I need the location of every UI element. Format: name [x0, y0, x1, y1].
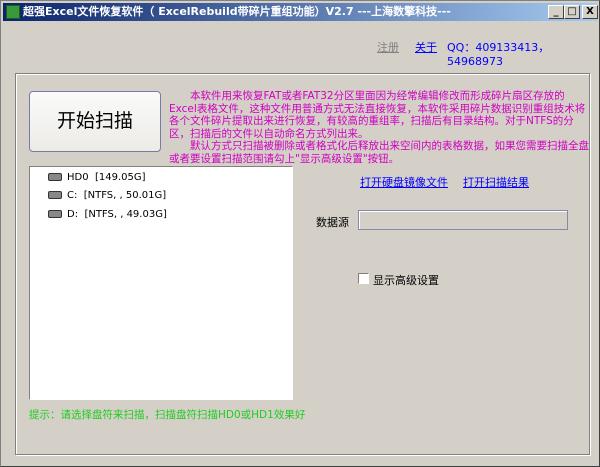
- tree-node-hd0[interactable]: HD0 [149.05G]: [48, 169, 146, 187]
- title-bar: 超强Excel文件恢复软件（ ExcelRebuild带碎片重组功能）V2.7 …: [3, 3, 597, 21]
- advanced-settings-checkbox[interactable]: [358, 273, 369, 284]
- hard-disk-icon: [48, 173, 62, 181]
- description-para-1: 本软件用来恢复FAT或者FAT32分区里面因为经常编辑修改而形成碎片扇区存放的E…: [169, 90, 586, 140]
- maximize-button[interactable]: □: [564, 5, 580, 19]
- close-button[interactable]: X: [582, 5, 598, 19]
- tree-node-d[interactable]: D: [NTFS, , 49.03G]: [48, 206, 167, 224]
- about-link[interactable]: 关于: [415, 39, 437, 55]
- datasource-label: 数据源: [316, 216, 349, 229]
- start-scan-button[interactable]: 开始扫描: [29, 91, 161, 152]
- node-name: D:: [67, 209, 79, 220]
- node-name: C:: [67, 190, 78, 201]
- main-window: 超强Excel文件恢复软件（ ExcelRebuild带碎片重组功能）V2.7 …: [0, 0, 600, 467]
- qq-contact: QQ：409133413，54968973: [447, 41, 550, 68]
- tree-node-c[interactable]: C: [NTFS, , 50.01G]: [48, 187, 166, 205]
- advanced-settings-label[interactable]: 显示高级设置: [373, 272, 439, 288]
- datasource-input[interactable]: [358, 210, 568, 230]
- open-scan-result-link[interactable]: 打开扫描结果: [463, 174, 529, 190]
- drive-icon: [48, 210, 62, 218]
- node-info: [NTFS, , 49.03G]: [84, 209, 167, 220]
- description: 本软件用来恢复FAT或者FAT32分区里面因为经常编辑修改而形成碎片扇区存放的E…: [169, 90, 589, 165]
- drive-icon: [48, 191, 62, 199]
- window-title: 超强Excel文件恢复软件（ ExcelRebuild带碎片重组功能）V2.7 …: [23, 5, 451, 18]
- register-link[interactable]: 注册: [377, 39, 399, 55]
- minimize-button[interactable]: _: [548, 5, 564, 19]
- description-para-2: 默认方式只扫描被删除或者格式化后释放出来空间内的表格数据，如果您需要扫描全盘或者…: [169, 140, 589, 165]
- hint-text: 提示：请选择盘符来扫描，扫描盘符扫描HD0或HD1效果好: [29, 409, 306, 421]
- node-info: [NTFS, , 50.01G]: [83, 190, 167, 201]
- app-icon: [6, 5, 20, 19]
- node-info: [149.05G]: [94, 172, 146, 183]
- disk-tree[interactable]: HD0 [149.05G] C: [NTFS, , 50.01G] D: [NT…: [29, 166, 293, 400]
- open-disk-image-link[interactable]: 打开硬盘镜像文件: [360, 174, 448, 190]
- node-name: HD0: [67, 172, 89, 183]
